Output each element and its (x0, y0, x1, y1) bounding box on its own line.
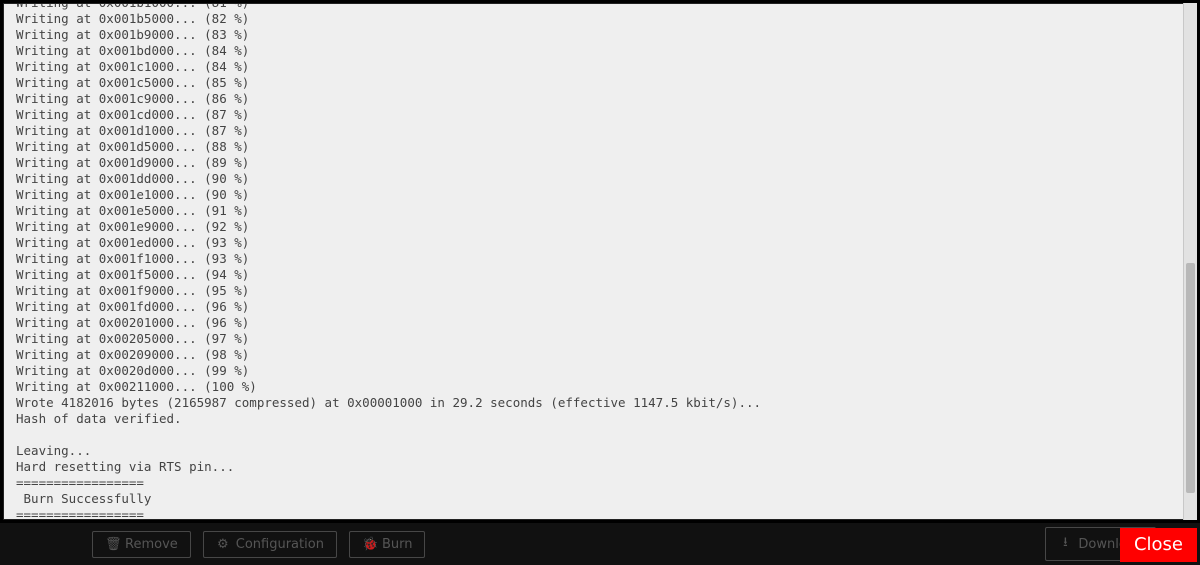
remove-button[interactable]: 🗑 Remove (92, 531, 191, 558)
scrollbar-track[interactable] (1183, 3, 1197, 520)
download-icon: ⭳ (1058, 533, 1072, 555)
configuration-label: Configuration (236, 537, 324, 552)
burn-button[interactable]: 🐞 Burn (349, 531, 426, 558)
configuration-button[interactable]: ⚙ Configuration (203, 531, 337, 558)
bug-icon: 🐞 (362, 537, 376, 552)
log-output-panel: Writing at 0x001b1000... (81 %) Writing … (3, 3, 1197, 520)
trash-icon: 🗑 (105, 537, 119, 552)
remove-label: Remove (125, 537, 178, 552)
scrollbar-thumb[interactable] (1186, 263, 1195, 493)
burn-label: Burn (382, 537, 413, 552)
gear-icon: ⚙ (216, 537, 230, 552)
bottom-toolbar: 🗑 Remove ⚙ Configuration 🐞 Burn ⭳ Downlo… (0, 523, 1200, 565)
log-text: Writing at 0x001b1000... (81 %) Writing … (4, 3, 1196, 520)
close-button[interactable]: Close (1120, 528, 1197, 562)
